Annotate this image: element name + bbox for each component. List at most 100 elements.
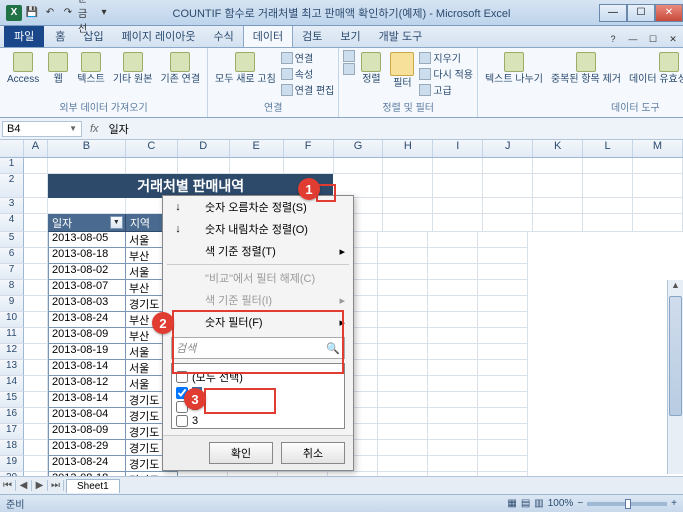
name-box[interactable]: B4 ▼ [2,121,82,137]
cell[interactable] [378,408,428,424]
from-web-button[interactable]: 웹 [44,50,72,87]
vertical-scrollbar[interactable]: ▲ [667,280,683,474]
cell-date[interactable]: 2013-08-03 [48,296,126,312]
tab-data[interactable]: 데이터 [243,24,293,47]
advanced-button[interactable]: 고급 [419,82,473,97]
cell[interactable] [284,158,334,174]
cell[interactable] [428,456,478,472]
cell-date[interactable]: 2013-08-18 [48,248,126,264]
col-header[interactable]: E [230,140,284,157]
cell-date[interactable]: 2013-08-09 [48,328,126,344]
cell[interactable] [428,408,478,424]
cell-date[interactable]: 2013-08-12 [48,376,126,392]
mdi-close[interactable]: ✕ [663,31,683,47]
redo-icon[interactable]: ↷ [60,5,76,21]
tab-pagelayout[interactable]: 페이지 레이아웃 [113,25,205,47]
cell-date[interactable]: 2013-08-19 [48,344,126,360]
cell[interactable] [483,158,533,174]
cell[interactable] [428,232,478,248]
cell[interactable] [433,198,483,214]
data-validation-button[interactable]: 데이터 유효성 검사 [626,50,683,87]
cell[interactable] [428,312,478,328]
cell-date[interactable]: 2013-08-24 [48,456,126,472]
cell[interactable] [478,456,528,472]
reapply-button[interactable]: 다시 적용 [419,66,473,81]
cell-date[interactable]: 2013-08-24 [48,312,126,328]
cell[interactable] [433,174,483,198]
qat-dropdown-icon[interactable]: ▾ [96,5,112,21]
cell[interactable] [24,264,48,280]
row-header[interactable]: 6 [0,248,24,264]
cell[interactable] [24,232,48,248]
edit-links-button[interactable]: 연결 편집 [281,82,335,97]
filter-search-input[interactable]: 검색 🔍 [171,337,345,359]
sheet-nav-first[interactable]: ⏮ [0,480,16,491]
cell[interactable] [478,296,528,312]
cell[interactable] [428,360,478,376]
row-header[interactable]: 10 [0,312,24,328]
filter-button[interactable]: 필터 [387,50,417,91]
cell[interactable] [24,198,48,214]
row-header[interactable]: 17 [0,424,24,440]
cell[interactable] [378,456,428,472]
cell[interactable] [126,158,178,174]
undo-icon[interactable]: ↶ [42,5,58,21]
cell[interactable] [478,360,528,376]
tab-developer[interactable]: 개발 도구 [370,25,432,47]
sort-button[interactable]: 정렬 [357,50,385,87]
cell[interactable] [533,214,583,232]
cell[interactable] [24,440,48,456]
cell[interactable] [24,174,48,198]
qat-gridlines[interactable]: 눈금선 [78,5,94,21]
cell[interactable] [428,440,478,456]
select-all-checkbox[interactable]: (모두 선택) [176,368,340,386]
cell[interactable] [633,174,683,198]
cell[interactable] [478,408,528,424]
cell-date[interactable]: 2013-08-29 [48,440,126,456]
cell[interactable] [428,296,478,312]
cell-date[interactable]: 2013-08-07 [48,280,126,296]
col-header[interactable]: H [383,140,433,157]
row-header[interactable]: 14 [0,376,24,392]
cell[interactable] [230,158,284,174]
cell[interactable] [378,328,428,344]
cell[interactable] [533,174,583,198]
cell[interactable] [633,214,683,232]
row-header[interactable]: 11 [0,328,24,344]
ok-button[interactable]: 확인 [209,442,273,464]
row-header[interactable]: 12 [0,344,24,360]
row-header[interactable]: 19 [0,456,24,472]
cell[interactable] [378,360,428,376]
cell[interactable] [483,198,533,214]
cell-date[interactable]: 2013-08-04 [48,408,126,424]
row-header[interactable]: 5 [0,232,24,248]
col-header[interactable]: B [48,140,126,157]
close-button[interactable]: ✕ [655,4,683,22]
cell[interactable] [24,392,48,408]
row-header[interactable]: 13 [0,360,24,376]
cell[interactable] [583,174,633,198]
cell[interactable] [478,424,528,440]
sheet-tab[interactable]: Sheet1 [66,479,120,493]
cell[interactable] [633,198,683,214]
scroll-up-icon[interactable]: ▲ [668,280,683,296]
cell[interactable] [24,296,48,312]
cell[interactable] [478,280,528,296]
cell[interactable] [433,214,483,232]
existing-connections-button[interactable]: 기존 연결 [157,50,203,87]
cell[interactable] [24,248,48,264]
col-header[interactable]: L [583,140,633,157]
from-text-button[interactable]: 텍스트 [74,50,108,87]
col-header[interactable]: A [24,140,48,157]
cell[interactable] [583,214,633,232]
fx-icon[interactable]: fx [84,123,105,135]
cell[interactable] [428,280,478,296]
file-tab[interactable]: 파일 [4,25,44,47]
col-header[interactable]: J [483,140,533,157]
connections-button[interactable]: 연결 [281,50,335,65]
properties-button[interactable]: 속성 [281,66,335,81]
sort-desc-button[interactable] [343,63,355,75]
cell[interactable] [378,376,428,392]
cell[interactable] [378,232,428,248]
cancel-button[interactable]: 취소 [281,442,345,464]
